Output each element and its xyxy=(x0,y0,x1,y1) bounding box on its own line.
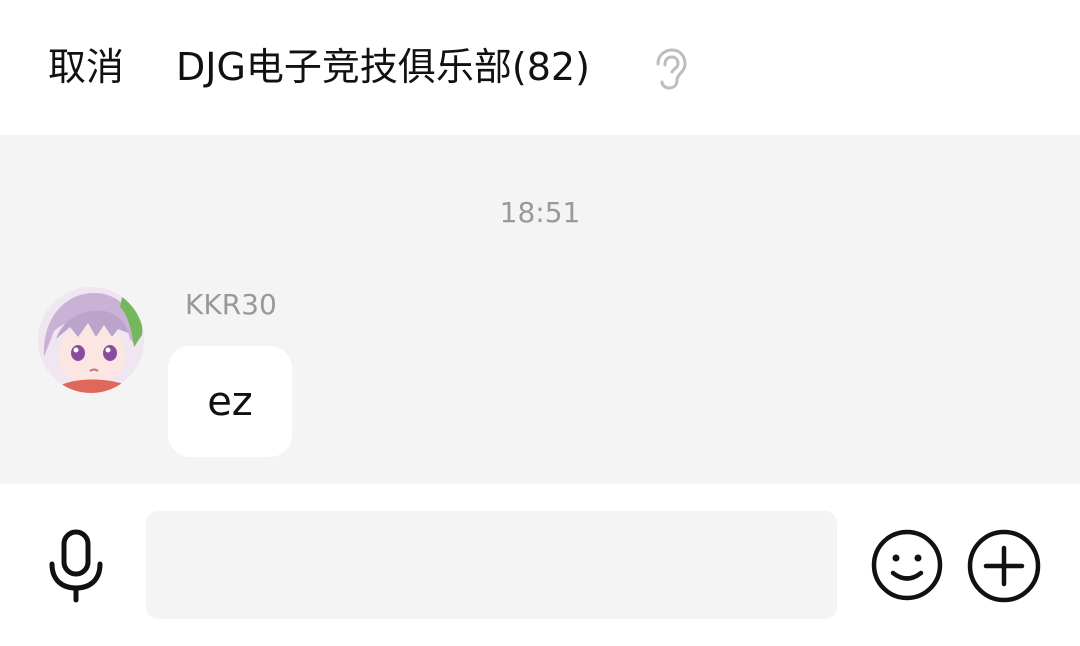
avatar[interactable] xyxy=(38,287,144,393)
input-bar xyxy=(0,484,1080,646)
ear-icon[interactable] xyxy=(650,48,688,90)
smiley-icon[interactable] xyxy=(870,528,944,602)
message-bubble[interactable]: ez xyxy=(168,346,292,457)
message-timestamp: 18:51 xyxy=(499,196,581,229)
message-sender: KKR30 xyxy=(185,288,277,321)
message-text: ez xyxy=(207,378,253,425)
message-input[interactable] xyxy=(146,511,837,619)
chat-area[interactable]: 18:51 KKR30 ez xyxy=(0,135,1080,484)
chat-header: 取消 DJG电子竞技俱乐部(82) xyxy=(0,0,1080,135)
group-title: DJG电子竞技俱乐部(82) xyxy=(176,45,590,89)
anime-avatar-icon xyxy=(38,287,144,393)
microphone-icon[interactable] xyxy=(44,528,108,604)
plus-circle-icon[interactable] xyxy=(966,528,1042,604)
cancel-button[interactable]: 取消 xyxy=(48,44,124,90)
